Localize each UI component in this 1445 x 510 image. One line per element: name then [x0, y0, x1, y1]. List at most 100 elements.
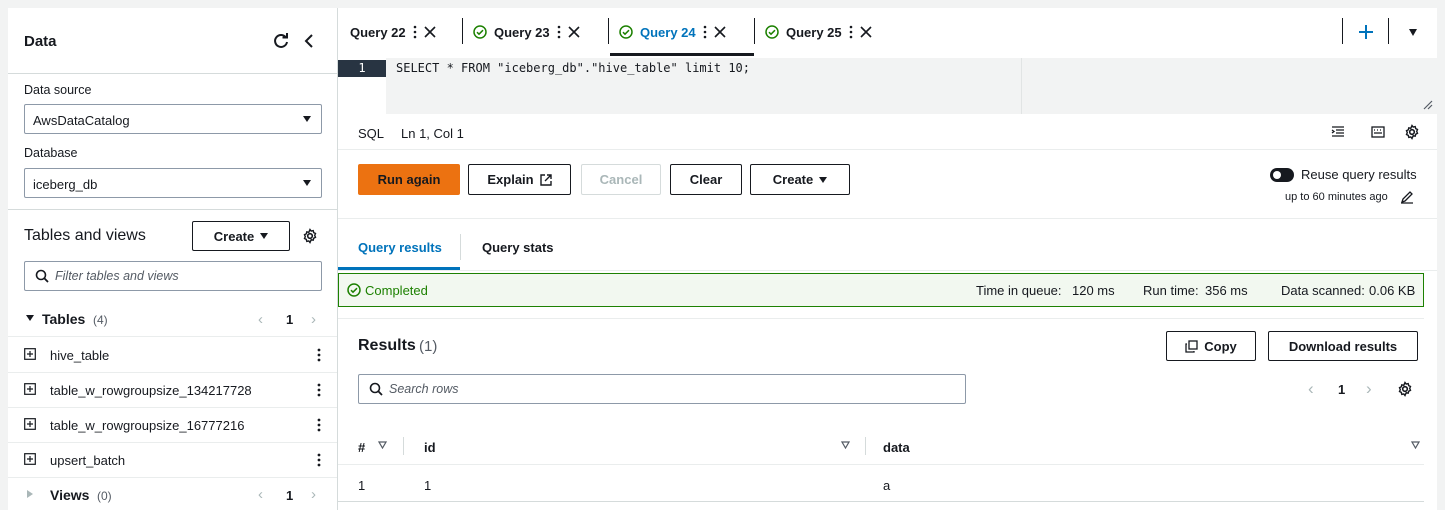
tab-menu-icon[interactable]: [849, 25, 853, 39]
column-divider: [865, 437, 866, 455]
tabs-menu-caret-icon[interactable]: [1409, 29, 1417, 36]
expand-plus-icon[interactable]: [24, 453, 36, 465]
tab-separator: [462, 18, 463, 44]
prev-page-icon[interactable]: ‹: [1308, 379, 1314, 399]
table-item-hive-table[interactable]: hive_table: [8, 338, 337, 373]
table-item-upsert-batch[interactable]: upsert_batch: [8, 443, 337, 478]
data-source-select[interactable]: AwsDataCatalog: [24, 104, 322, 134]
clear-button[interactable]: Clear: [670, 164, 742, 195]
close-icon[interactable]: [714, 26, 726, 38]
database-select[interactable]: iceberg_db: [24, 168, 322, 198]
more-options-icon[interactable]: [317, 453, 321, 467]
filter-tables-input[interactable]: Filter tables and views: [24, 261, 322, 291]
time-in-queue-value: 120 ms: [1072, 283, 1115, 298]
tab-query-25[interactable]: Query 25: [765, 8, 872, 56]
tab-label: Query 24: [640, 24, 696, 40]
sort-icon[interactable]: [841, 441, 850, 449]
settings-gear-icon[interactable]: [302, 228, 318, 244]
editor-settings-gear-icon[interactable]: [1404, 124, 1420, 140]
tab-menu-icon[interactable]: [703, 25, 707, 39]
data-scanned-label: Data scanned:: [1281, 283, 1365, 298]
tab-query-22[interactable]: Query 22: [350, 8, 436, 56]
results-page-number[interactable]: 1: [1338, 382, 1345, 397]
table-item-rowgroupsize-16777216[interactable]: table_w_rowgroupsize_16777216: [8, 408, 337, 443]
sort-icon[interactable]: [1411, 441, 1420, 449]
results-table-header: # id data: [338, 427, 1424, 465]
divider: [8, 73, 337, 74]
refresh-icon[interactable]: [272, 32, 290, 50]
completed-check-icon: [619, 25, 633, 39]
add-tab-plus-icon[interactable]: [1358, 24, 1374, 40]
views-page-number[interactable]: 1: [286, 488, 293, 503]
expand-plus-icon[interactable]: [24, 418, 36, 430]
active-tab-indicator: [610, 53, 754, 56]
run-again-button[interactable]: Run again: [358, 164, 460, 195]
cancel-button[interactable]: Cancel: [581, 164, 661, 195]
table-row[interactable]: 1 1 a: [338, 466, 1424, 502]
close-icon[interactable]: [860, 26, 872, 38]
close-icon[interactable]: [424, 26, 436, 38]
views-section-header[interactable]: Views (0) ‹ 1 ›: [8, 480, 337, 510]
reuse-results-toggle[interactable]: [1270, 168, 1294, 182]
sort-icon[interactable]: [378, 441, 387, 449]
completed-status-text: Completed: [365, 283, 428, 298]
resize-handle-icon[interactable]: [1423, 100, 1433, 110]
next-page-icon[interactable]: ›: [1366, 379, 1372, 399]
search-rows-input[interactable]: Search rows: [358, 374, 966, 404]
prev-page-icon[interactable]: ‹: [258, 486, 263, 503]
caret-down-icon: [260, 233, 269, 239]
tables-label: Tables: [42, 311, 86, 327]
tab-separator: [1342, 18, 1343, 44]
tab-label: Query 23: [494, 24, 550, 40]
next-page-icon[interactable]: ›: [311, 311, 316, 328]
copy-icon: [1185, 339, 1198, 353]
copy-button[interactable]: Copy: [1166, 331, 1256, 361]
download-results-button[interactable]: Download results: [1268, 331, 1418, 361]
table-name: table_w_rowgroupsize_134217728: [50, 383, 252, 398]
external-link-icon: [539, 173, 552, 186]
explain-button[interactable]: Explain: [468, 164, 571, 195]
column-header-row-number: #: [358, 440, 366, 455]
more-options-icon[interactable]: [317, 418, 321, 432]
caret-down-icon: [26, 315, 34, 321]
table-item-rowgroupsize-134217728[interactable]: table_w_rowgroupsize_134217728: [8, 373, 337, 408]
format-query-icon[interactable]: [1331, 125, 1345, 139]
query-editor-panel: Query 22 Query 23 Query 24 Query 25 1 SE…: [338, 8, 1437, 510]
create-menu-button[interactable]: Create: [750, 164, 850, 195]
search-icon: [35, 269, 49, 283]
tab-query-results[interactable]: Query results: [358, 240, 442, 255]
collapse-panel-icon[interactable]: [302, 33, 316, 49]
data-panel-title: Data: [24, 33, 57, 50]
tables-section-header[interactable]: Tables (4) ‹ 1 ›: [8, 303, 337, 337]
more-options-icon[interactable]: [317, 383, 321, 397]
expand-plus-icon[interactable]: [24, 348, 36, 360]
create-table-button[interactable]: Create: [192, 221, 290, 251]
tab-menu-icon[interactable]: [557, 25, 561, 39]
tab-query-24[interactable]: Query 24: [619, 8, 726, 56]
divider: [8, 209, 337, 210]
tab-query-23[interactable]: Query 23: [473, 8, 580, 56]
sql-code-line[interactable]: SELECT * FROM "iceberg_db"."hive_table" …: [396, 60, 750, 77]
results-settings-gear-icon[interactable]: [1397, 381, 1413, 397]
caret-down-icon: [819, 176, 828, 183]
tables-page-number[interactable]: 1: [286, 312, 293, 327]
expand-plus-icon[interactable]: [24, 383, 36, 395]
data-source-value: AwsDataCatalog: [33, 113, 130, 128]
search-rows-placeholder: Search rows: [389, 382, 459, 396]
prev-page-icon[interactable]: ‹: [258, 311, 263, 328]
search-icon: [369, 382, 383, 396]
tab-query-stats[interactable]: Query stats: [482, 240, 554, 255]
edit-pencil-icon[interactable]: [1400, 190, 1414, 204]
keyboard-icon[interactable]: [1371, 125, 1385, 139]
close-icon[interactable]: [568, 26, 580, 38]
column-header-id: id: [424, 440, 436, 455]
sql-editor[interactable]: 1 SELECT * FROM "iceberg_db"."hive_table…: [338, 58, 1437, 114]
more-options-icon[interactable]: [317, 348, 321, 362]
next-page-icon[interactable]: ›: [311, 486, 316, 503]
reuse-results-label: Reuse query results: [1301, 167, 1417, 182]
completed-check-icon: [347, 283, 361, 297]
tab-menu-icon[interactable]: [413, 25, 417, 39]
tab-label: Query 25: [786, 24, 842, 40]
column-header-data: data: [883, 440, 910, 455]
column-divider: [403, 437, 404, 455]
